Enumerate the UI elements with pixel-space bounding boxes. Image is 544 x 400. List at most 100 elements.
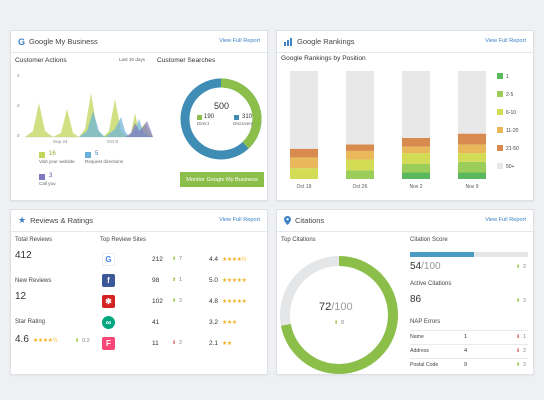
total-reviews-label: Total Reviews (15, 237, 53, 243)
searches-total: 500 (214, 101, 230, 111)
map-pin-icon (284, 216, 291, 225)
legend-label: 50+ (506, 163, 515, 170)
discovery-value: 310 (242, 114, 253, 120)
x-tick: Sep 24 (53, 139, 68, 144)
tripadvisor-icon[interactable]: ∞ (102, 316, 115, 329)
reviews-title: Reviews & Ratings (30, 216, 94, 225)
legend-swatch (497, 73, 503, 79)
new-reviews-value: 12 (15, 291, 27, 302)
review-rating: 5.0 (209, 277, 219, 284)
up-arrow-icon: ⬆ (516, 298, 521, 304)
citations-score: 72/100 (319, 301, 353, 313)
reviews-full-report-link[interactable]: View Full Report (219, 217, 260, 223)
review-delta: 2 (179, 340, 183, 346)
review-rating: 4.8 (209, 298, 219, 305)
x-tick: Oct 8 (107, 139, 118, 144)
bar-segment-21-50 (458, 133, 486, 145)
legend-label: 11-20 (506, 127, 519, 134)
citations-full-report-link[interactable]: View Full Report (485, 217, 526, 223)
nap-delta: 1 (523, 334, 527, 340)
top-review-sites-title: Top Review Sites (100, 237, 147, 243)
monitor-gmb-button[interactable]: Monitor Google My Business (180, 172, 264, 187)
google-icon: G (18, 36, 26, 47)
direct-swatch (197, 115, 202, 120)
legend-swatch (497, 91, 503, 97)
direct-label: Direct (197, 121, 209, 126)
nap-label: Postal Code (410, 362, 439, 368)
foursquare-icon[interactable]: F (102, 337, 115, 350)
up-arrow-icon: ⬆ (516, 362, 521, 368)
customer-actions-title: Customer Actions (15, 57, 67, 64)
star-icon: ★ (18, 215, 27, 225)
bar-segment-11-20 (290, 157, 318, 169)
bar-segment-50+ (346, 71, 374, 145)
gmb-title: Google My Business (29, 37, 98, 46)
directions-label: Request directions (85, 159, 124, 164)
up-arrow-icon: ⬆ (75, 338, 80, 344)
citations-ring (280, 256, 398, 374)
citation-score-delta: 2 (523, 264, 527, 270)
legend-label: 1 (506, 73, 509, 80)
bar-segment-11-20 (346, 150, 374, 160)
citations-score-max: /100 (331, 301, 353, 313)
nap-value: 9 (464, 362, 468, 368)
yelp-icon[interactable]: ✱ (102, 295, 115, 308)
legend-label: 6-10 (506, 109, 517, 116)
bar-segment-6-10 (346, 159, 374, 171)
bar-segment-6-10 (290, 168, 318, 179)
review-rating: 3.2 (209, 319, 219, 326)
x-tick-label: Oct 19 (297, 184, 312, 190)
reviews-header: ★ Reviews & Ratings View Full Report (11, 210, 267, 232)
citations-score-value: 72 (319, 301, 332, 313)
google-icon[interactable]: G (102, 253, 115, 266)
rankings-title: Google Rankings (297, 37, 355, 46)
divider (410, 344, 528, 345)
citations-header: Citations View Full Report (277, 210, 533, 232)
review-stars: ★★★★½ (222, 257, 247, 263)
customer-actions-chart (25, 93, 153, 138)
legend-label: 21-50 (506, 145, 519, 152)
review-stars: ★★★ (222, 320, 237, 326)
gmb-full-report-link[interactable]: View Full Report (219, 38, 260, 44)
citation-score-number: 54/100 (410, 261, 441, 272)
divider (410, 358, 528, 359)
nap-delta: 2 (523, 362, 527, 368)
rankings-chart: Oct 19 Oct 26 Nov 2 Nov 9 (290, 71, 486, 190)
x-tick-label: Nov 2 (409, 184, 422, 190)
nap-delta: 2 (523, 348, 527, 354)
calls-label: Call you (39, 181, 56, 186)
bar-segment-2-5 (346, 170, 374, 179)
star-rating-value: 4.6 (15, 334, 29, 345)
down-arrow-icon: ⬇ (516, 348, 521, 354)
citations-score-delta: 8 (341, 320, 345, 326)
active-citations-value: 86 (410, 294, 422, 305)
legend-swatch (497, 109, 503, 115)
up-arrow-icon: ⬆ (172, 256, 177, 262)
y-tick: 4 (17, 73, 20, 78)
review-delta: 1 (179, 277, 183, 283)
bar-segment-2-5 (458, 161, 486, 173)
rankings-full-report-link[interactable]: View Full Report (485, 38, 526, 44)
nap-errors-title: NAP Errors (410, 319, 441, 325)
star-rating-delta: 0.2 (82, 338, 90, 344)
review-count: 41 (152, 319, 160, 326)
nap-value: 1 (464, 334, 468, 340)
rankings-chart-title: Google Rankings by Position (281, 55, 366, 62)
nap-label: Address (410, 348, 430, 354)
legend-swatch (497, 145, 503, 151)
bar-segment-6-10 (458, 153, 486, 162)
visits-value: 16 (49, 151, 56, 157)
up-arrow-icon: ⬆ (516, 264, 521, 270)
bar-segment-1 (402, 172, 430, 179)
citation-score-label: Citation Score (410, 237, 448, 243)
customer-searches-title: Customer Searches (157, 57, 216, 64)
facebook-icon[interactable]: f (102, 274, 115, 287)
legend-swatch (497, 127, 503, 133)
bar-chart-icon (284, 37, 292, 46)
legend-label: 2-5 (506, 91, 514, 98)
top-citations-title: Top Citations (281, 237, 316, 243)
down-arrow-icon: ⬇ (516, 334, 521, 340)
bar-segment-50+ (402, 71, 430, 138)
total-reviews-value: 412 (15, 250, 32, 261)
discovery-swatch (234, 115, 239, 120)
